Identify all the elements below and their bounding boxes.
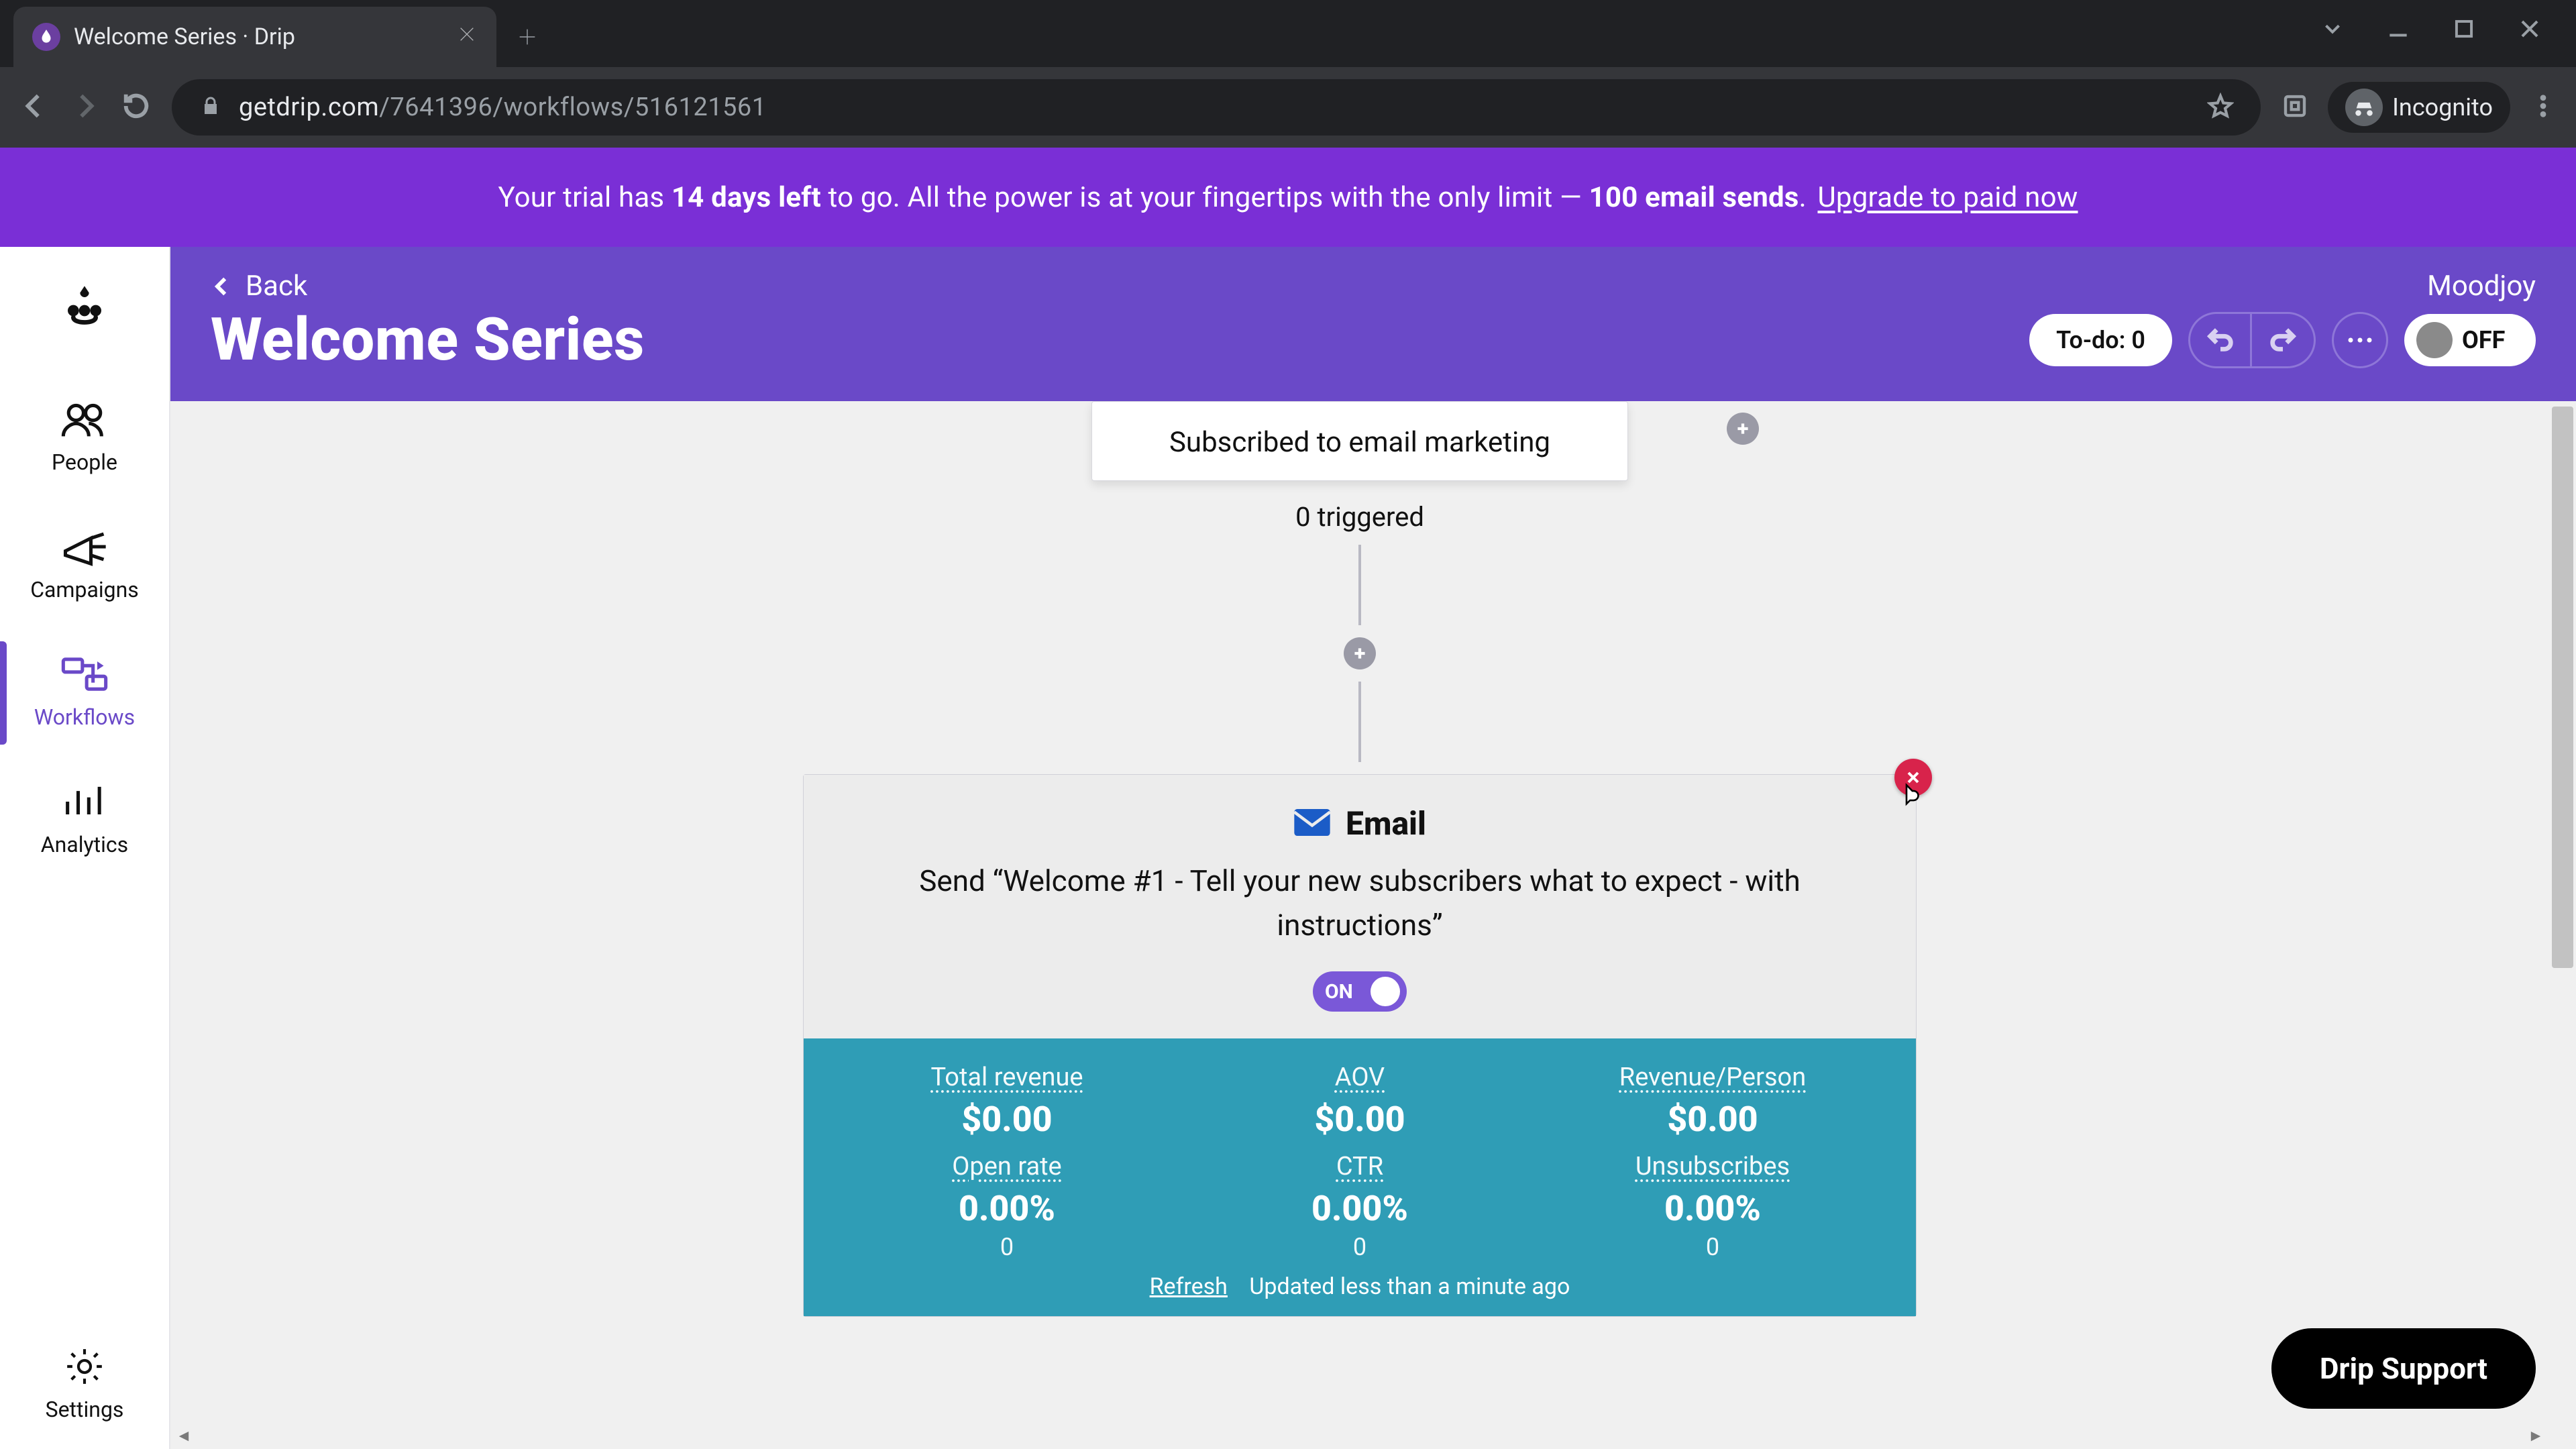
- omnibox-url: getdrip.com/7641396/workflows/516121561: [239, 93, 767, 122]
- nav-reload-icon[interactable]: [121, 91, 152, 124]
- more-menu-button[interactable]: [2332, 312, 2388, 368]
- window-minimize-icon[interactable]: [2385, 16, 2411, 44]
- upgrade-link[interactable]: Upgrade to paid now: [1818, 181, 2078, 214]
- account-name[interactable]: Moodjoy: [2427, 270, 2536, 303]
- stat-revenue-per-person: Revenue/Person $0.00: [1572, 1063, 1854, 1140]
- trial-banner: Your trial has 14 days left to go. All t…: [0, 148, 2576, 247]
- email-enabled-toggle[interactable]: ON: [1313, 971, 1407, 1012]
- email-stats-panel: Total revenue $0.00 AOV $0.00 Revenue/Pe…: [804, 1038, 1916, 1316]
- window-controls: [2320, 16, 2576, 58]
- add-step-button[interactable]: [1344, 637, 1376, 669]
- toggle-knob-icon: [1371, 977, 1400, 1006]
- horizontal-scrollbar[interactable]: ◄ ►: [170, 1422, 2549, 1449]
- nav-campaigns[interactable]: Campaigns: [0, 502, 169, 629]
- nav-label: Campaigns: [30, 577, 139, 602]
- stats-refresh-link[interactable]: Refresh: [1150, 1273, 1228, 1300]
- redo-button[interactable]: [2252, 314, 2314, 366]
- nav-back-icon[interactable]: [19, 91, 50, 124]
- trigger-node[interactable]: Subscribed to email marketing: [1091, 401, 1628, 481]
- tab-close-icon[interactable]: [456, 23, 478, 51]
- browser-address-bar: getdrip.com/7641396/workflows/516121561 …: [0, 67, 2576, 148]
- nav-label: Settings: [46, 1397, 124, 1422]
- scroll-left-icon[interactable]: ◄: [170, 1426, 197, 1446]
- trigger-description: Subscribed to email marketing: [1092, 402, 1627, 463]
- stat-aov: AOV $0.00: [1219, 1063, 1501, 1140]
- toggle-knob-icon: [2416, 322, 2453, 358]
- lock-icon: [199, 94, 223, 121]
- back-label: Back: [246, 270, 307, 303]
- incognito-icon: [2345, 89, 2383, 126]
- drip-support-button[interactable]: Drip Support: [2271, 1328, 2536, 1409]
- undo-redo-group: [2188, 312, 2316, 368]
- incognito-indicator[interactable]: Incognito: [2328, 82, 2510, 133]
- incognito-label: Incognito: [2392, 93, 2493, 121]
- toggle-label: OFF: [2462, 326, 2505, 354]
- connector-line: [1358, 682, 1361, 762]
- nav-settings[interactable]: Settings: [0, 1322, 169, 1449]
- stat-open-rate: Open rate 0.00% 0: [866, 1152, 1148, 1261]
- nav-label: Workflows: [34, 704, 135, 730]
- cursor-pointer-icon: [1897, 782, 1925, 810]
- workflow-header: Back Moodjoy Welcome Series To-do: 0: [170, 247, 2576, 401]
- extensions-icon[interactable]: [2281, 92, 2309, 123]
- stat-unsubscribes: Unsubscribes 0.00% 0: [1572, 1152, 1854, 1261]
- window-maximize-icon[interactable]: [2451, 16, 2477, 44]
- nav-label: People: [52, 449, 117, 475]
- undo-button[interactable]: [2190, 314, 2252, 366]
- browser-right-controls: Incognito: [2281, 82, 2557, 133]
- triggered-count: 0 triggered: [803, 501, 1917, 533]
- email-node-label: Email: [1346, 804, 1426, 843]
- browser-tab-active[interactable]: Welcome Series · Drip: [13, 7, 496, 67]
- nav-forward-icon[interactable]: [70, 91, 101, 124]
- email-icon: [1293, 809, 1331, 839]
- drip-favicon-icon: [32, 23, 60, 51]
- tab-title: Welcome Series · Drip: [74, 23, 295, 50]
- page-title: Welcome Series: [211, 305, 645, 374]
- workflow-canvas[interactable]: Subscribed to email marketing 0 triggere…: [170, 401, 2576, 1449]
- tab-search-chevron-icon[interactable]: [2320, 16, 2345, 44]
- bookmark-star-icon[interactable]: [2207, 93, 2234, 122]
- add-trigger-button[interactable]: [1727, 413, 1759, 445]
- connector-line: [1358, 545, 1361, 625]
- window-close-icon[interactable]: [2517, 16, 2542, 44]
- vertical-scrollbar[interactable]: [2549, 401, 2576, 1422]
- todo-button[interactable]: To-do: 0: [2029, 314, 2172, 366]
- stat-ctr: CTR 0.00% 0: [1219, 1152, 1501, 1261]
- omnibox[interactable]: getdrip.com/7641396/workflows/516121561: [172, 79, 2261, 136]
- drip-logo-icon[interactable]: [54, 274, 115, 334]
- back-button[interactable]: Back: [211, 270, 307, 303]
- browser-tab-strip: Welcome Series · Drip: [0, 0, 2576, 67]
- stat-total-revenue: Total revenue $0.00: [866, 1063, 1148, 1140]
- scrollbar-thumb[interactable]: [2552, 407, 2573, 968]
- nav-workflows[interactable]: Workflows: [0, 629, 169, 757]
- stats-updated-label: Updated less than a minute ago: [1249, 1273, 1570, 1300]
- nav-label: Analytics: [41, 832, 128, 857]
- scroll-right-icon[interactable]: ►: [2522, 1426, 2549, 1446]
- nav-people[interactable]: People: [0, 374, 169, 502]
- email-send-description: Send “Welcome #1 - Tell your new subscri…: [844, 859, 1876, 947]
- chrome-menu-icon[interactable]: [2529, 92, 2557, 123]
- nav-analytics[interactable]: Analytics: [0, 757, 169, 884]
- toggle-on-label: ON: [1325, 980, 1353, 1004]
- email-node[interactable]: Email Send “Welcome #1 - Tell your new s…: [803, 774, 1917, 1317]
- workflow-active-toggle[interactable]: OFF: [2404, 314, 2536, 366]
- left-nav-rail: People Campaigns Workflows Analytics Set…: [0, 247, 170, 1449]
- new-tab-button[interactable]: [507, 17, 547, 57]
